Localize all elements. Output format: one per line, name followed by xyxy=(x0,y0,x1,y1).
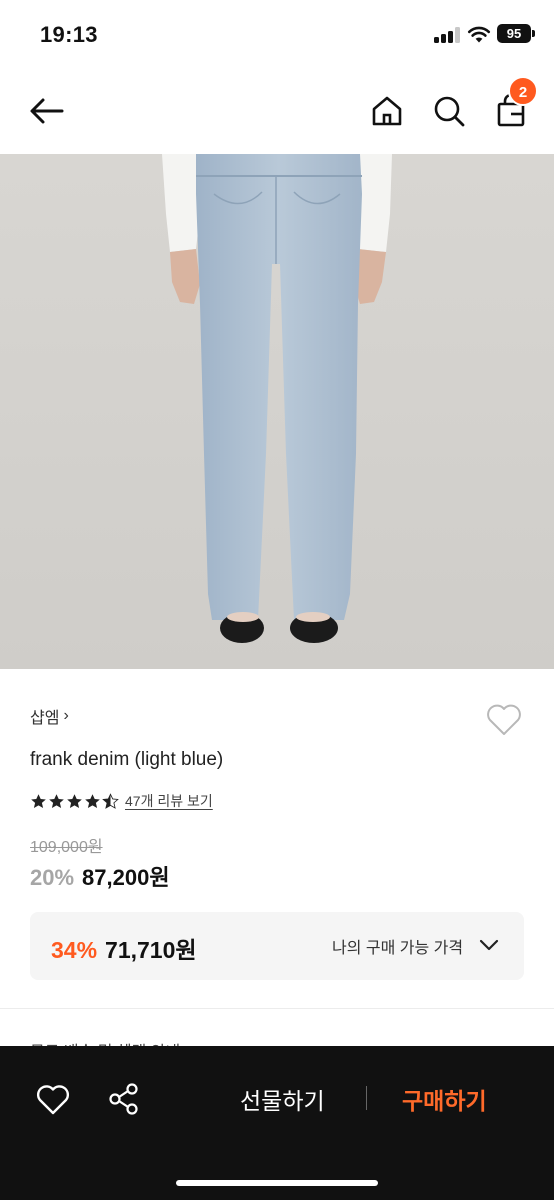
status-bar: 19:13 95 xyxy=(0,0,554,70)
my-price: 71,710원 xyxy=(105,937,197,963)
home-icon[interactable] xyxy=(366,90,408,132)
rating-stars xyxy=(30,792,119,810)
bottom-action-bar: 선물하기 구매하기 xyxy=(0,1046,554,1200)
cart-count-badge: 2 xyxy=(508,76,538,106)
home-indicator xyxy=(176,1180,378,1186)
star-icon xyxy=(67,793,82,808)
section-divider xyxy=(0,1008,554,1009)
review-link[interactable]: 47개 리뷰 보기 xyxy=(125,791,213,811)
product-name: frank denim (light blue) xyxy=(30,749,224,770)
wishlist-heart-icon[interactable] xyxy=(484,700,524,738)
my-discount-rate: 34% xyxy=(51,937,98,963)
brand-link[interactable]: 샵엠 › xyxy=(30,703,69,729)
rating-row: 47개 리뷰 보기 xyxy=(30,790,213,812)
my-price-summary: 34% 71,710원 xyxy=(51,931,197,965)
product-detail-page: 19:13 95 2 샵엠 › frank denim (light blue)… xyxy=(0,0,554,1200)
gift-button[interactable]: 선물하기 xyxy=(240,1082,325,1116)
brand-name: 샵엠 xyxy=(30,710,60,727)
star-icon xyxy=(85,793,100,808)
battery-cap xyxy=(532,30,535,37)
button-separator xyxy=(366,1086,367,1110)
discount-row: 20% 87,200원 xyxy=(30,860,170,892)
product-photo xyxy=(0,154,554,669)
discount-price: 87,200원 xyxy=(82,865,170,890)
nav-bar: 2 xyxy=(0,70,554,154)
my-price-label: 나의 구매 가능 가격 xyxy=(332,940,464,957)
heart-icon[interactable] xyxy=(34,1080,72,1118)
my-price-box[interactable]: 34% 71,710원 나의 구매 가능 가격 xyxy=(30,912,524,980)
half-star-icon xyxy=(102,792,119,809)
chevron-down-icon[interactable] xyxy=(478,934,500,956)
original-price: 109,000원 xyxy=(30,839,103,856)
product-image[interactable] xyxy=(0,154,554,669)
buy-button[interactable]: 구매하기 xyxy=(402,1082,487,1116)
signal-icon xyxy=(434,27,460,43)
search-icon[interactable] xyxy=(428,90,470,132)
battery-icon: 95 xyxy=(497,24,531,43)
share-icon[interactable] xyxy=(105,1080,143,1118)
chevron-right-icon: › xyxy=(63,707,69,724)
status-time: 19:13 xyxy=(40,22,98,47)
star-icon xyxy=(31,793,46,808)
star-icon xyxy=(49,793,64,808)
back-arrow-icon[interactable] xyxy=(26,90,68,132)
wifi-icon xyxy=(467,26,491,43)
discount-rate: 20% xyxy=(30,865,75,890)
